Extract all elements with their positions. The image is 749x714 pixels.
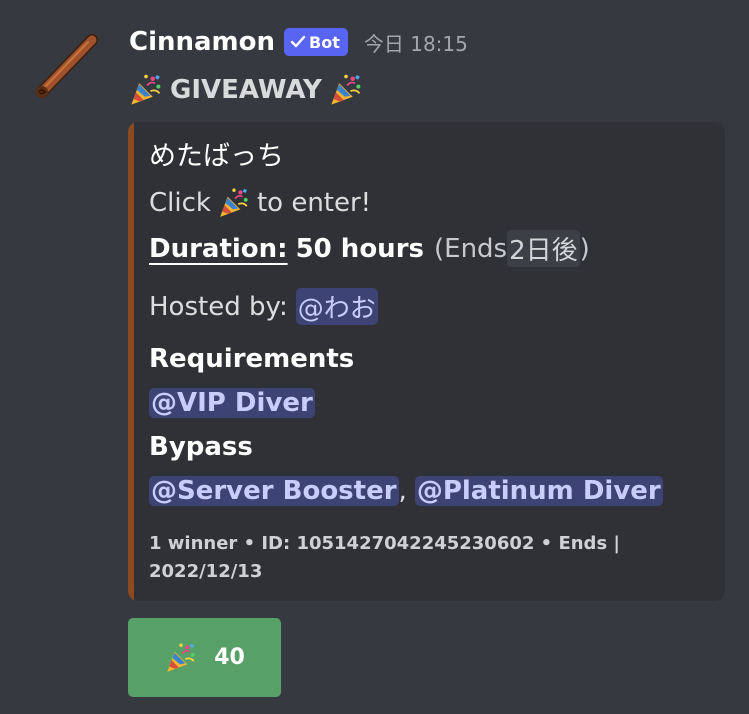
party-popper-icon (330, 73, 362, 106)
party-popper-icon (166, 642, 196, 673)
click-prefix: Click (149, 188, 211, 218)
bypass-heading: Bypass (149, 432, 253, 462)
duration-line: Duration: 50 hours (Ends 2日後 ) (149, 230, 590, 267)
embed-title: めたばっち (149, 141, 284, 172)
verified-check-icon (290, 35, 306, 48)
cinnamon-avatar[interactable] (30, 32, 102, 104)
duration-label: Duration: (149, 233, 288, 264)
click-to-enter: Click to enter! (149, 186, 371, 220)
enter-giveaway-button[interactable]: 40 (128, 618, 281, 697)
role-mention-vip-diver[interactable]: @VIP Diver (149, 388, 315, 418)
embed-accent-bar (128, 122, 134, 601)
bot-tag: Bot (284, 28, 348, 56)
requirements-heading: Requirements (149, 344, 355, 374)
hosted-by-line: Hosted by: @わお (149, 288, 378, 325)
cinnamon-stick-icon (36, 34, 98, 98)
bypass-mentions: @Server Booster, @Platinum Diver (149, 476, 663, 506)
giveaway-heading: GIVEAWAY (170, 75, 322, 105)
ends-suffix: ) (579, 233, 590, 264)
duration-value: 50 hours (295, 233, 424, 264)
message-timestamp[interactable]: 今日 18:15 (364, 28, 468, 57)
ends-prefix: (Ends (434, 233, 508, 264)
party-popper-icon (219, 187, 249, 218)
hosted-by-label: Hosted by: (149, 291, 288, 322)
embed-footer: 1 winner • ID: 1051427042245230602 • End… (149, 533, 620, 582)
reaction-count: 40 (214, 645, 245, 670)
bot-tag-label: Bot (309, 32, 340, 52)
ends-relative-time[interactable]: 2日後 (507, 230, 580, 267)
role-mention-platinum-diver[interactable]: @Platinum Diver (414, 476, 663, 506)
username[interactable]: Cinnamon (129, 27, 275, 57)
message-header: Cinnamon Bot 今日 18:15 (129, 22, 468, 62)
giveaway-embed: めたばっち Click to enter! Duration: 50 hours… (128, 122, 725, 601)
message-content: GIVEAWAY (128, 70, 364, 110)
requirements-mentions: @VIP Diver (149, 388, 315, 418)
host-mention[interactable]: @わお (295, 288, 378, 325)
bypass-separator: , (398, 476, 407, 506)
role-mention-server-booster[interactable]: @Server Booster (149, 476, 399, 506)
click-suffix: to enter! (256, 188, 372, 218)
party-popper-icon (130, 73, 162, 106)
